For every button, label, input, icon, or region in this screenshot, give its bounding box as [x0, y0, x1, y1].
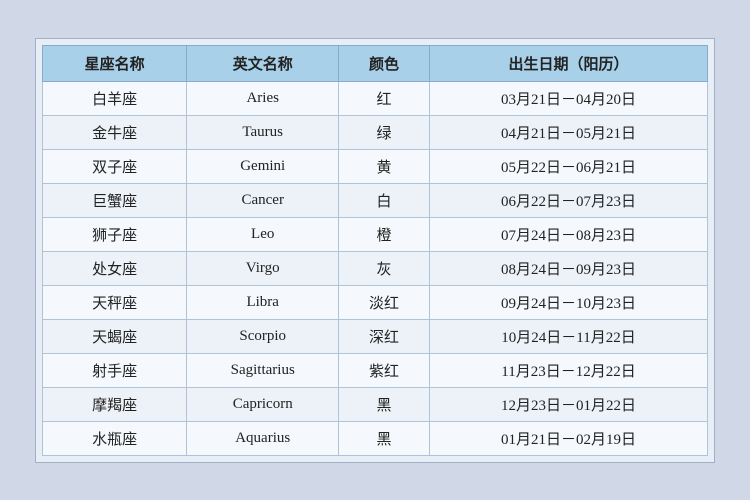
header-dates: 出生日期（阳历）	[429, 45, 707, 81]
table-row: 处女座Virgo灰08月24日－09月23日	[43, 251, 708, 285]
cell-color: 绿	[339, 115, 430, 149]
cell-chinese-name: 处女座	[43, 251, 187, 285]
cell-dates: 06月22日－07月23日	[429, 183, 707, 217]
cell-dates: 01月21日－02月19日	[429, 421, 707, 455]
header-english-name: 英文名称	[187, 45, 339, 81]
cell-dates: 07月24日－08月23日	[429, 217, 707, 251]
table-row: 双子座Gemini黄05月22日－06月21日	[43, 149, 708, 183]
cell-color: 橙	[339, 217, 430, 251]
cell-english-name: Capricorn	[187, 387, 339, 421]
cell-english-name: Cancer	[187, 183, 339, 217]
cell-english-name: Gemini	[187, 149, 339, 183]
cell-dates: 11月23日－12月22日	[429, 353, 707, 387]
table-row: 巨蟹座Cancer白06月22日－07月23日	[43, 183, 708, 217]
table-row: 水瓶座Aquarius黑01月21日－02月19日	[43, 421, 708, 455]
header-color: 颜色	[339, 45, 430, 81]
cell-dates: 12月23日－01月22日	[429, 387, 707, 421]
cell-dates: 04月21日－05月21日	[429, 115, 707, 149]
table-header-row: 星座名称 英文名称 颜色 出生日期（阳历）	[43, 45, 708, 81]
table-body: 白羊座Aries红03月21日－04月20日金牛座Taurus绿04月21日－0…	[43, 81, 708, 455]
cell-dates: 08月24日－09月23日	[429, 251, 707, 285]
cell-english-name: Scorpio	[187, 319, 339, 353]
cell-color: 淡红	[339, 285, 430, 319]
cell-color: 白	[339, 183, 430, 217]
cell-english-name: Sagittarius	[187, 353, 339, 387]
zodiac-table: 星座名称 英文名称 颜色 出生日期（阳历） 白羊座Aries红03月21日－04…	[42, 45, 708, 456]
cell-chinese-name: 摩羯座	[43, 387, 187, 421]
cell-english-name: Virgo	[187, 251, 339, 285]
cell-color: 黄	[339, 149, 430, 183]
table-row: 天秤座Libra淡红09月24日－10月23日	[43, 285, 708, 319]
table-row: 射手座Sagittarius紫红11月23日－12月22日	[43, 353, 708, 387]
table-row: 摩羯座Capricorn黑12月23日－01月22日	[43, 387, 708, 421]
cell-color: 深红	[339, 319, 430, 353]
cell-chinese-name: 狮子座	[43, 217, 187, 251]
cell-chinese-name: 天蝎座	[43, 319, 187, 353]
cell-dates: 10月24日－11月22日	[429, 319, 707, 353]
cell-chinese-name: 射手座	[43, 353, 187, 387]
cell-english-name: Leo	[187, 217, 339, 251]
cell-dates: 05月22日－06月21日	[429, 149, 707, 183]
cell-color: 黑	[339, 387, 430, 421]
cell-color: 红	[339, 81, 430, 115]
cell-color: 黑	[339, 421, 430, 455]
header-chinese-name: 星座名称	[43, 45, 187, 81]
cell-chinese-name: 双子座	[43, 149, 187, 183]
cell-english-name: Libra	[187, 285, 339, 319]
table-row: 天蝎座Scorpio深红10月24日－11月22日	[43, 319, 708, 353]
table-row: 狮子座Leo橙07月24日－08月23日	[43, 217, 708, 251]
cell-english-name: Aries	[187, 81, 339, 115]
cell-chinese-name: 水瓶座	[43, 421, 187, 455]
cell-dates: 09月24日－10月23日	[429, 285, 707, 319]
cell-chinese-name: 天秤座	[43, 285, 187, 319]
cell-color: 紫红	[339, 353, 430, 387]
table-row: 白羊座Aries红03月21日－04月20日	[43, 81, 708, 115]
zodiac-table-container: 星座名称 英文名称 颜色 出生日期（阳历） 白羊座Aries红03月21日－04…	[35, 38, 715, 463]
cell-chinese-name: 巨蟹座	[43, 183, 187, 217]
cell-chinese-name: 白羊座	[43, 81, 187, 115]
cell-chinese-name: 金牛座	[43, 115, 187, 149]
table-row: 金牛座Taurus绿04月21日－05月21日	[43, 115, 708, 149]
cell-dates: 03月21日－04月20日	[429, 81, 707, 115]
cell-color: 灰	[339, 251, 430, 285]
cell-english-name: Taurus	[187, 115, 339, 149]
cell-english-name: Aquarius	[187, 421, 339, 455]
